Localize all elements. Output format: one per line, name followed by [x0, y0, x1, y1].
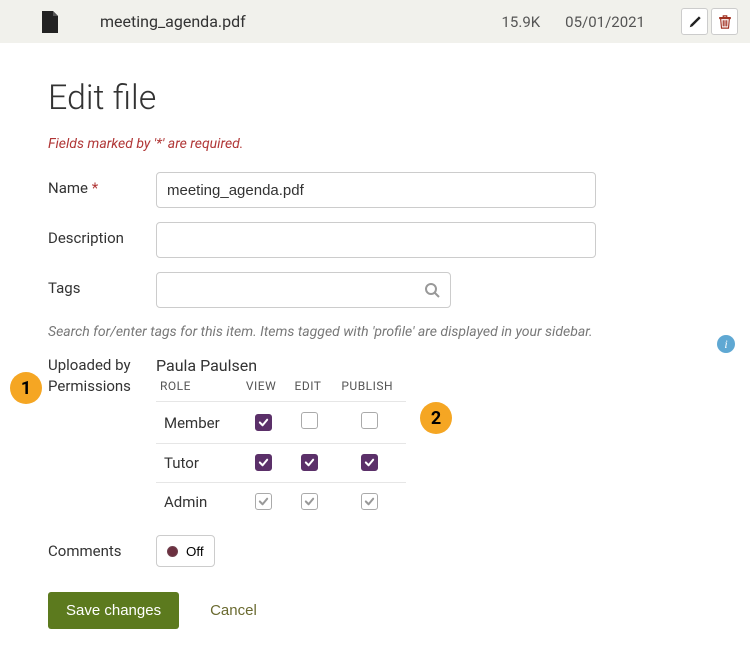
comments-value: Off — [186, 544, 204, 559]
perm-member-view-checkbox[interactable] — [255, 414, 272, 431]
cancel-button[interactable]: Cancel — [204, 601, 263, 620]
perm-admin-edit-checkbox — [301, 493, 318, 510]
name-label: Name * — [48, 172, 156, 197]
edit-button[interactable] — [681, 8, 708, 35]
delete-button[interactable] — [711, 8, 738, 35]
page-title: Edit file — [48, 78, 702, 118]
perm-member-publish-checkbox[interactable] — [361, 412, 378, 429]
permissions-row: Member — [156, 402, 406, 444]
trash-icon — [718, 15, 732, 29]
required-asterisk: * — [92, 179, 98, 197]
tags-label: Tags — [48, 272, 156, 297]
file-name: meeting_agenda.pdf — [100, 12, 502, 31]
perm-col-edit: EDIT — [288, 377, 333, 402]
annotation-badge-1: 1 — [10, 372, 42, 404]
perm-role-cell: Tutor — [156, 444, 239, 483]
info-icon[interactable]: i — [717, 335, 735, 353]
file-icon — [40, 11, 60, 33]
perm-admin-publish-checkbox — [361, 493, 378, 510]
permissions-row: Tutor — [156, 444, 406, 483]
perm-tutor-publish-checkbox[interactable] — [361, 454, 378, 471]
comments-toggle[interactable]: Off — [156, 535, 215, 567]
perm-tutor-edit-checkbox[interactable] — [301, 454, 318, 471]
permissions-label: Permissions — [48, 377, 156, 395]
permissions-row: Admin — [156, 483, 406, 522]
pencil-icon — [688, 15, 702, 29]
tags-help-text: Search for/enter tags for this item. Ite… — [48, 324, 702, 340]
perm-admin-view-checkbox — [255, 493, 272, 510]
required-note: Fields marked by '*' are required. — [48, 136, 702, 152]
perm-role-cell: Member — [156, 402, 239, 444]
save-button[interactable]: Save changes — [48, 592, 179, 629]
perm-role-cell: Admin — [156, 483, 239, 522]
svg-text:i: i — [724, 337, 727, 351]
search-icon — [424, 282, 440, 298]
annotation-badge-2: 2 — [420, 402, 452, 434]
toggle-indicator-icon — [167, 546, 178, 557]
perm-col-view: VIEW — [239, 377, 288, 402]
description-input[interactable] — [156, 222, 596, 258]
uploaded-by-value: Paula Paulsen — [156, 356, 257, 375]
name-input[interactable] — [156, 172, 596, 208]
uploaded-by-label: Uploaded by — [48, 356, 156, 374]
file-size: 15.9K — [502, 13, 541, 31]
permissions-table: ROLE VIEW EDIT PUBLISH MemberTutorAdmin — [156, 377, 406, 521]
comments-label: Comments — [48, 535, 156, 560]
perm-col-role: ROLE — [156, 377, 239, 402]
tags-input[interactable] — [156, 272, 451, 308]
perm-member-edit-checkbox[interactable] — [301, 412, 318, 429]
file-header: meeting_agenda.pdf 15.9K 05/01/2021 — [0, 0, 750, 43]
perm-tutor-view-checkbox[interactable] — [255, 454, 272, 471]
file-date: 05/01/2021 — [565, 13, 645, 31]
perm-col-publish: PUBLISH — [332, 377, 406, 402]
description-label: Description — [48, 222, 156, 247]
